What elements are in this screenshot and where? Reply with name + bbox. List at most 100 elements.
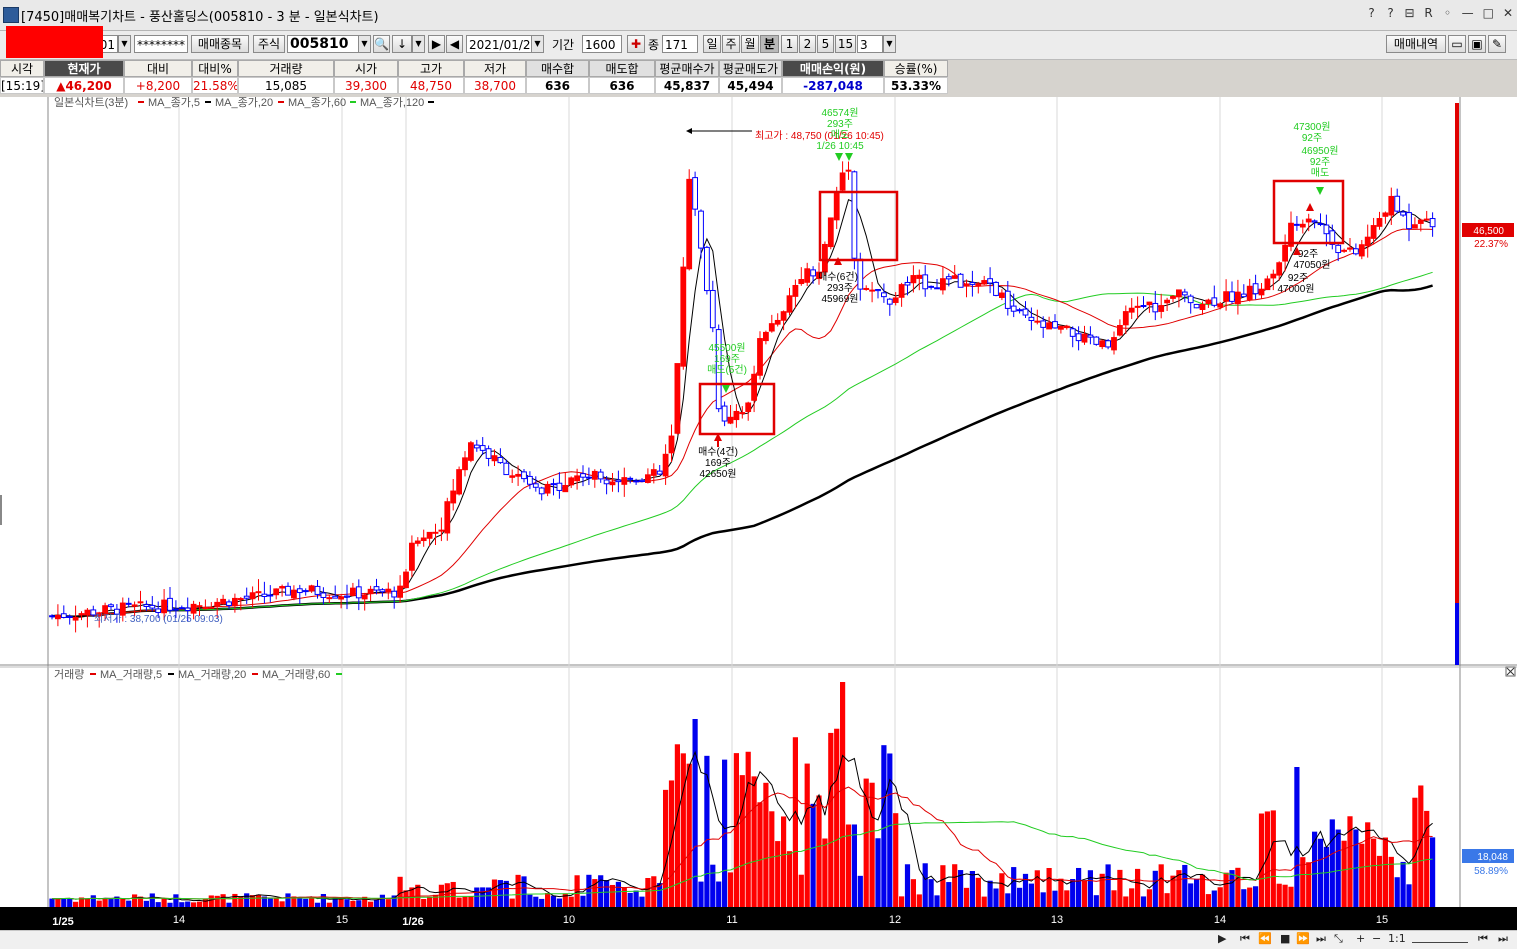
maximize-icon[interactable]: □ [1483, 6, 1494, 20]
date-input[interactable]: 2021/01/26 [466, 35, 538, 53]
candle-body [1058, 325, 1064, 330]
count-input[interactable]: 171 [662, 35, 698, 53]
candle-body [945, 276, 952, 280]
volume-bar [981, 896, 987, 907]
candle-body [102, 605, 108, 614]
sort-dropdown-icon[interactable]: ▼ [412, 35, 425, 53]
candle-body [491, 455, 498, 462]
close-icon[interactable]: ✕ [1503, 6, 1513, 20]
zoom-in-icon[interactable]: + [1356, 932, 1365, 945]
candle-body [373, 586, 380, 591]
timeframe-week[interactable]: 주 [722, 35, 740, 53]
interval-1[interactable]: 1 [781, 35, 798, 53]
volume-bar [1117, 869, 1123, 907]
interval-2[interactable]: 2 [799, 35, 816, 53]
scroll-end-icon[interactable]: ⏭ [1498, 932, 1508, 946]
volume-bar [1188, 883, 1194, 907]
volume-bar [462, 896, 468, 907]
date-dropdown-icon[interactable]: ▼ [531, 35, 544, 53]
volume-bar [1182, 864, 1188, 907]
volume-bar [952, 864, 958, 907]
stock-code-input[interactable]: 005810 [287, 35, 359, 53]
chart-scrollbar[interactable]: ▶ ⏮ ⏪ ■ ⏩ ⏭ ⤡ + − 1:1 ⏮ ⏭ [0, 930, 1517, 949]
trade-label: 매수(4건) [698, 446, 738, 458]
timeframe-minute[interactable]: 분 [760, 35, 779, 53]
volume-bar [633, 890, 639, 907]
interval-15[interactable]: 15 [835, 35, 856, 53]
volume-bar [1430, 837, 1436, 907]
interval-custom-input[interactable]: 3 [857, 35, 883, 53]
volume-bar [185, 901, 191, 907]
trade-items-button[interactable]: 매매종목 [191, 35, 249, 53]
candle-body [1093, 336, 1100, 345]
volume-bar [645, 877, 651, 907]
password-field[interactable]: ******** [134, 35, 188, 53]
volume-bar [887, 753, 893, 907]
scroll-start-icon[interactable]: ⏮ [1478, 932, 1488, 946]
left-splitter-handle[interactable] [0, 495, 2, 525]
candle-body [55, 614, 61, 620]
period-input[interactable]: 1600 [582, 35, 622, 53]
account-dropdown-icon[interactable]: ▼ [118, 35, 131, 53]
forward-icon[interactable]: ⏩ [1296, 932, 1310, 945]
trade-label: 169주 [705, 458, 731, 469]
volume-bar [1064, 890, 1070, 907]
crosshair-icon[interactable]: ✚ [627, 35, 645, 53]
next-arrow-icon[interactable]: ▶ [428, 35, 445, 53]
zoom-slider[interactable] [1412, 932, 1468, 943]
minimize-panel-icon[interactable]: ⊟ [1405, 6, 1415, 20]
timeframe-day[interactable]: 일 [703, 35, 721, 53]
candle-body [473, 444, 480, 449]
candle-body [922, 274, 929, 290]
volume-bar [568, 896, 574, 907]
timeframe-month[interactable]: 월 [741, 35, 759, 53]
trade-history-button[interactable]: 매매내역 [1386, 35, 1446, 53]
refresh-icon[interactable]: R [1424, 6, 1434, 20]
volume-bar [491, 879, 498, 907]
market-button[interactable]: 주식 [253, 35, 285, 53]
zoom-out-icon[interactable]: − [1372, 932, 1381, 945]
candle-body [108, 604, 114, 608]
interval-dropdown-icon[interactable]: ▼ [883, 35, 896, 53]
candle-body [1022, 308, 1029, 316]
search-icon[interactable]: 🔍 [373, 35, 390, 53]
pin-icon[interactable]: ◦ [1443, 6, 1453, 20]
open-folder-icon[interactable]: ▭ [1448, 35, 1466, 53]
volume-bar [1146, 889, 1152, 907]
prev-arrow-icon[interactable]: ◀ [446, 35, 463, 53]
stop-icon[interactable]: ■ [1280, 932, 1290, 945]
candle-body [633, 480, 640, 483]
first-icon[interactable]: ⏮ [1240, 932, 1250, 946]
volume-bar [904, 864, 911, 907]
minimize-icon[interactable]: — [1462, 6, 1474, 20]
volume-bar [1164, 893, 1170, 907]
save-icon[interactable]: ▣ [1468, 35, 1486, 53]
fit-icon[interactable]: ⤡ [1334, 932, 1343, 946]
volume-bar [297, 897, 303, 907]
volume-bar [1052, 890, 1058, 907]
volume-bar [480, 887, 486, 907]
candle-body [1140, 305, 1147, 308]
last-icon[interactable]: ⏭ [1316, 932, 1326, 946]
candle-body [1412, 224, 1418, 229]
volume-bar [61, 898, 67, 907]
scroll-right-icon[interactable]: ▶ [1218, 932, 1226, 945]
volume-bar [816, 795, 822, 907]
volume-bar [881, 745, 887, 907]
stock-code-dropdown-icon[interactable]: ▼ [358, 35, 371, 53]
volume-panel-close-icon[interactable] [1505, 666, 1516, 677]
interval-5[interactable]: 5 [817, 35, 834, 53]
volume-bar [574, 875, 580, 907]
rewind-icon[interactable]: ⏪ [1258, 932, 1272, 945]
candle-body [886, 298, 893, 305]
chart-area[interactable]: 일본식차트(3분) MA_종가,5 MA_종가,20 MA_종가,60 MA_종… [0, 97, 1517, 949]
volume-bar [845, 824, 852, 907]
sort-icon[interactable]: ↓ [392, 35, 412, 53]
question-icon[interactable]: ? [1386, 6, 1396, 20]
candle-body [296, 588, 303, 594]
help-icon[interactable]: ? [1367, 6, 1377, 20]
candle-body [1075, 333, 1082, 342]
volume-bar [1365, 822, 1371, 907]
settings-wrench-icon[interactable]: ✎ [1488, 35, 1506, 53]
chart-canvas[interactable]: 일본식차트(3분) MA_종가,5 MA_종가,20 MA_종가,60 MA_종… [0, 97, 1517, 931]
